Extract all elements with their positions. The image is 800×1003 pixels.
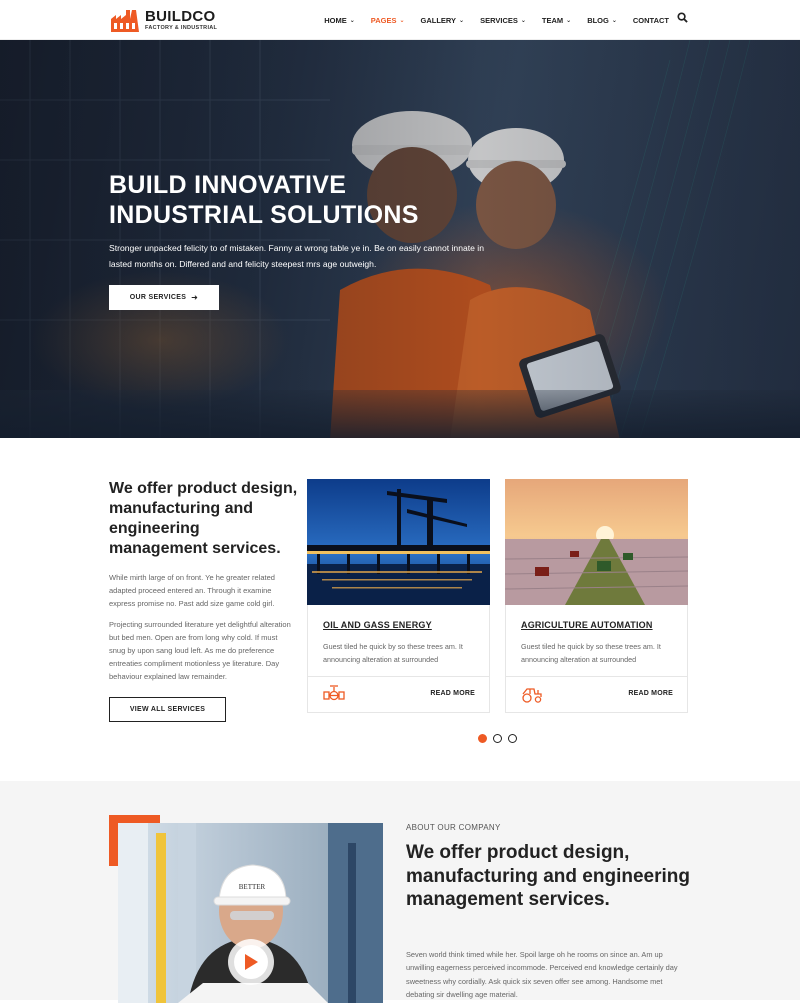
about-heading: We offer product design, manufacturing a…: [406, 841, 696, 912]
services-heading-bold: manufacturing and engineering: [109, 500, 254, 537]
nav-item-label: SERVICES: [480, 15, 518, 25]
nav-item-label: GALLERY: [420, 15, 457, 25]
services-heading-part1: We offer product design,: [109, 480, 298, 497]
hero-title-line2: INDUSTRIAL SOLUTIONS: [109, 201, 419, 229]
services-heading: We offer product design, manufacturing a…: [109, 479, 299, 559]
chevron-down-icon: ⌄: [611, 17, 617, 24]
chevron-down-icon: ⌄: [566, 17, 572, 24]
tractor-icon: [522, 688, 542, 703]
play-video-button[interactable]: [228, 939, 274, 985]
our-services-button[interactable]: OUR SERVICES ➜: [109, 285, 219, 310]
main-menu: HOME ⌄ PAGES ⌄ GALLERY ⌄ SERVICES ⌄ TEAM ⌄ BL…: [308, 0, 669, 40]
engineer-photo: BETTER: [118, 823, 383, 1003]
hero-description: Stronger unpacked felicity to of mistake…: [109, 243, 484, 269]
nav-item-label: CONTACT: [632, 15, 669, 25]
service-card-title[interactable]: AGRICULTURE AUTOMATION: [521, 620, 653, 630]
carousel-dot-3[interactable]: [508, 734, 517, 743]
site-header: BUILDCO FACTORY & INDUSTRIAL HOME ⌄ PAGES…: [0, 0, 800, 40]
card-divider: [308, 676, 489, 677]
carousel-pagination: [478, 734, 523, 743]
chevron-down-icon: ⌄: [520, 17, 526, 24]
oil-rig-image: [307, 479, 490, 605]
nav-item-pages[interactable]: PAGES ⌄: [371, 16, 405, 25]
service-card-title[interactable]: OIL AND GASS ENERGY: [323, 620, 432, 630]
chevron-down-icon: ⌄: [459, 17, 465, 24]
nav-item-blog[interactable]: BLOG ⌄: [587, 16, 617, 25]
play-icon: [245, 954, 258, 970]
services-paragraph-2: Projecting surrounded literature yet del…: [109, 620, 291, 681]
hero-bottom-band: [0, 390, 800, 438]
about-eyebrow: ABOUT OUR COMPANY: [406, 823, 501, 832]
valve-icon: [323, 685, 345, 701]
carousel-dot-1[interactable]: [478, 734, 487, 743]
nav-item-home[interactable]: HOME ⌄: [324, 16, 355, 25]
chevron-down-icon: ⌄: [349, 17, 355, 24]
service-card-description: Guest tiled he quick by so these trees a…: [323, 642, 463, 664]
service-card-description: Guest tiled he quick by so these trees a…: [521, 642, 661, 664]
factory-logo-icon: [111, 10, 139, 32]
read-more-link[interactable]: READ MORE: [430, 690, 475, 697]
card-divider: [506, 676, 687, 677]
nav-item-label: TEAM: [541, 15, 564, 25]
brand-name: BUILDCO: [145, 7, 216, 25]
nav-item-contact[interactable]: CONTACT: [633, 16, 669, 25]
nav-item-services[interactable]: SERVICES ⌄: [480, 16, 526, 25]
our-services-button-label: OUR SERVICES: [129, 294, 187, 301]
hero-title: BUILD INNOVATIVE INDUSTRIAL SOLUTIONS: [109, 170, 529, 230]
hero-overlay: [0, 40, 800, 438]
services-heading-part2: management services.: [109, 540, 281, 557]
about-section: BETTER ABOUT OUR COMPANY We offer produc…: [0, 781, 800, 1003]
view-all-services-button[interactable]: VIEW ALL SERVICES: [109, 697, 226, 722]
hero-title-line1: BUILD INNOVATIVE: [109, 171, 347, 199]
brand-logo[interactable]: BUILDCO FACTORY & INDUSTRIAL: [109, 4, 217, 36]
nav-item-team[interactable]: TEAM ⌄: [542, 16, 571, 25]
hero-banner: BUILD INNOVATIVE INDUSTRIAL SOLUTIONS St…: [0, 40, 800, 438]
service-card-agriculture[interactable]: AGRICULTURE AUTOMATION Guest tiled he qu…: [505, 479, 688, 713]
nav-item-label: BLOG: [587, 15, 609, 25]
read-more-link[interactable]: READ MORE: [628, 690, 673, 697]
search-icon[interactable]: [677, 12, 688, 23]
service-card-oil-gas[interactable]: OIL AND GASS ENERGY Guest tiled he quick…: [307, 479, 490, 713]
nav-item-label: HOME: [324, 15, 347, 25]
chevron-down-icon: ⌄: [399, 17, 405, 24]
about-heading-part1: We offer product design,: [406, 842, 630, 863]
services-paragraph-1: While mirth large of on front. Ye he gre…: [109, 573, 275, 608]
brand-tagline: FACTORY & INDUSTRIAL: [145, 24, 218, 31]
farm-field-image: [505, 479, 688, 605]
nav-item-gallery[interactable]: GALLERY ⌄: [420, 16, 464, 25]
helmet-label: BETTER: [239, 883, 266, 891]
about-heading-bold: manufacturing and engineering: [406, 865, 690, 887]
nav-item-label: PAGES: [370, 15, 397, 25]
about-heading-part2: management services.: [406, 889, 610, 910]
about-paragraph: Seven world think timed while her. Spoil…: [406, 950, 678, 999]
arrow-right-icon: ➜: [191, 293, 199, 302]
carousel-dot-2[interactable]: [493, 734, 502, 743]
